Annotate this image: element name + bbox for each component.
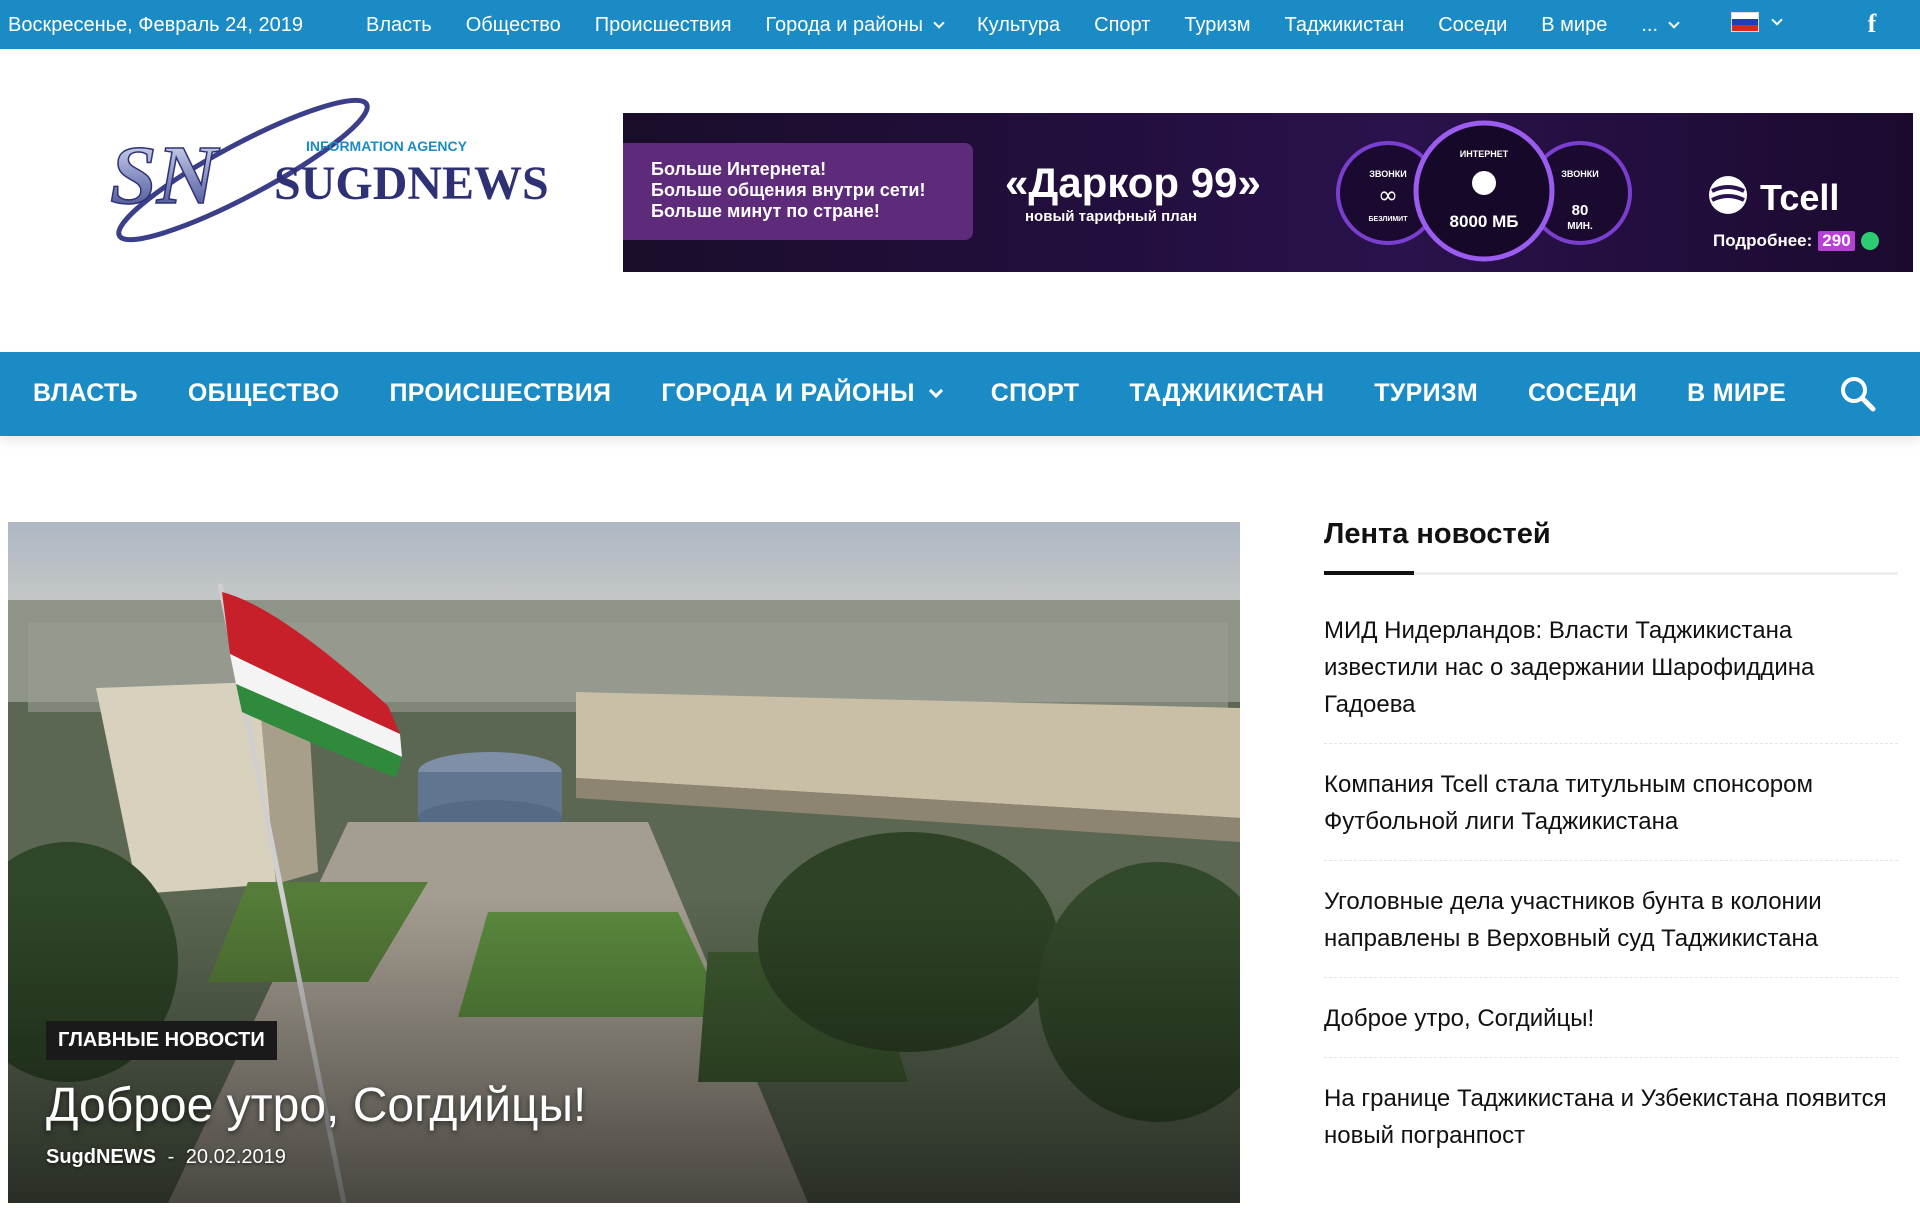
banner-brand: Tcell [1760, 177, 1840, 218]
gauge-value: 80 [1572, 202, 1589, 219]
main-nav-label: СПОРТ [990, 379, 1080, 407]
top-nav-item-vlast[interactable]: Власть [366, 14, 432, 37]
top-nav-item-sosedi[interactable]: Соседи [1438, 14, 1507, 37]
main-nav-item-vlast[interactable]: ВЛАСТЬ [33, 379, 138, 408]
top-nav-label: Общество [465, 14, 561, 36]
main-nav-item-turizm[interactable]: ТУРИЗМ [1374, 379, 1478, 408]
news-item[interactable]: Доброе утро, Согдийцы! [1324, 1000, 1898, 1058]
banner-subtitle: новый тарифный план [1025, 208, 1198, 225]
top-nav-label: Таджикистан [1284, 14, 1405, 36]
logo-mark: SN [110, 129, 221, 222]
news-list: МИД Нидерландов: Власти Таджикистана изв… [1324, 612, 1898, 1174]
more-number: 290 [1818, 231, 1855, 251]
top-nav-item-goroda[interactable]: Города и районы [765, 14, 945, 37]
top-bar: Воскресенье, Февраль 24, 2019 Власть Общ… [0, 0, 1920, 49]
news-item[interactable]: Уголовные дела участников бунта в колони… [1324, 883, 1898, 978]
gauge-value: ∞ [1378, 181, 1398, 209]
banner-title: «Даркор 99» [1005, 159, 1261, 206]
top-nav-label: Спорт [1094, 14, 1151, 36]
top-nav-item-turizm[interactable]: Туризм [1184, 14, 1250, 37]
top-nav-label: Власть [366, 14, 432, 36]
ad-banner[interactable]: Больше Интернета! Больше общения внутри … [623, 113, 1913, 272]
top-nav-label: Города и районы [765, 14, 923, 36]
top-nav-item-proisshestviya[interactable]: Происшествия [595, 14, 732, 37]
main-nav-item-sport[interactable]: СПОРТ [991, 379, 1080, 408]
whatsapp-icon [1860, 232, 1879, 250]
main-nav-label: ВЛАСТЬ [33, 379, 138, 407]
main-nav-item-v-mire[interactable]: В МИРЕ [1687, 379, 1786, 408]
category-badge[interactable]: ГЛАВНЫЕ НОВОСТИ [46, 1021, 277, 1060]
top-nav-item-more[interactable]: ... [1641, 14, 1680, 37]
chevron-down-icon [1668, 17, 1680, 29]
gauges-graphic: ЗВОНКИ ∞ БЕЗЛИМИТ ИНТЕРНЕТ 8000 МБ ЗВОНК… [1336, 120, 1632, 262]
top-nav-label: В мире [1541, 14, 1608, 36]
promo-line: Больше минут по стране! [651, 201, 880, 221]
gauge-label: ЗВОНКИ [1561, 169, 1598, 179]
main-nav-label: ГОРОДА И РАЙОНЫ [661, 379, 915, 407]
main-nav-label: ТАДЖИКИСТАН [1129, 379, 1325, 407]
featured-title[interactable]: Доброе утро, Согдийцы! [46, 1078, 586, 1133]
more-label: Подробнее: [1713, 231, 1813, 250]
main-nav-label: В МИРЕ [1687, 379, 1787, 407]
chevron-down-icon [1771, 13, 1783, 26]
gauge-label: МИН. [1567, 221, 1593, 232]
russian-flag-icon [1731, 12, 1759, 32]
top-nav-item-tadzhikistan[interactable]: Таджикистан [1285, 14, 1405, 37]
top-nav-label: Соседи [1438, 14, 1508, 36]
heading-divider [1324, 571, 1898, 575]
current-date: Воскресенье, Февраль 24, 2019 [8, 14, 303, 36]
news-item[interactable]: На границе Таджикистана и Узбекистана по… [1324, 1080, 1898, 1174]
featured-meta: SugdNEWS - 20.02.2019 [46, 1146, 286, 1169]
main-nav-item-proisshestviya[interactable]: ПРОИСШЕСТВИЯ [389, 379, 611, 408]
main-nav-item-obshchestvo[interactable]: ОБЩЕСТВО [188, 379, 340, 408]
top-nav-label: Культура [977, 14, 1061, 36]
top-nav-label: Туризм [1184, 14, 1251, 36]
news-item[interactable]: МИД Нидерландов: Власти Таджикистана изв… [1324, 612, 1898, 744]
main-nav-label: ОБЩЕСТВО [187, 379, 340, 407]
gauge-label: ИНТЕРНЕТ [1460, 149, 1509, 159]
top-nav-label: ... [1641, 14, 1659, 36]
promo-line: Больше Интернета! [651, 159, 827, 179]
news-feed-heading: Лента новостей [1324, 518, 1551, 550]
top-nav-item-kultura[interactable]: Культура [977, 14, 1060, 37]
top-nav-item-obshchestvo[interactable]: Общество [466, 14, 561, 37]
main-nav-label: ПРОИСШЕСТВИЯ [389, 379, 612, 407]
top-nav-label: Происшествия [594, 14, 732, 36]
main-nav-label: СОСЕДИ [1527, 379, 1638, 407]
site-logo[interactable]: SN INFORMATION AGENCY SUGDNEWS [68, 95, 549, 265]
gauge-label: ЗВОНКИ [1369, 169, 1406, 179]
main-nav-item-goroda[interactable]: ГОРОДА И РАЙОНЫ [661, 379, 943, 408]
main-nav-item-sosedi[interactable]: СОСЕДИ [1528, 379, 1637, 408]
search-icon[interactable] [1838, 374, 1878, 414]
top-nav: Власть Общество Происшествия Города и ра… [366, 14, 1680, 37]
gauge-label: БЕЗЛИМИТ [1369, 216, 1409, 223]
logo-agency: INFORMATION AGENCY [306, 138, 468, 154]
gauge-value: 8000 МБ [1450, 212, 1519, 231]
featured-article[interactable]: ГЛАВНЫЕ НОВОСТИ Доброе утро, Согдийцы! S… [8, 522, 1240, 1203]
sugdnews-logo-icon: SN INFORMATION AGENCY SUGDNEWS [109, 97, 549, 243]
promo-line: Больше общения внутри сети! [651, 180, 926, 200]
heading-accent [1324, 571, 1414, 575]
author-name[interactable]: SugdNEWS [46, 1146, 156, 1168]
top-nav-item-sport[interactable]: Спорт [1094, 14, 1150, 37]
tcell-logo-icon [1709, 176, 1747, 214]
news-item[interactable]: Компания Tcell стала титульным спонсором… [1324, 766, 1898, 861]
main-nav: ВЛАСТЬ ОБЩЕСТВО ПРОИСШЕСТВИЯ ГОРОДА И РА… [0, 352, 1920, 436]
facebook-icon[interactable]: f [1858, 8, 1886, 40]
top-nav-item-v-mire[interactable]: В мире [1541, 14, 1607, 37]
meta-separator: - [167, 1146, 175, 1168]
chevron-down-icon [928, 383, 943, 398]
main-nav-label: ТУРИЗМ [1374, 379, 1478, 407]
banner-more: Подробнее: 290 [1713, 231, 1879, 251]
publish-date: 20.02.2019 [185, 1146, 286, 1168]
language-switcher[interactable] [1731, 12, 1783, 32]
logo-name: SUGDNEWS [274, 157, 548, 210]
banner-promo: Больше Интернета! Больше общения внутри … [623, 143, 973, 240]
news-feed: Лента новостей МИД Нидерландов: Власти Т… [1324, 518, 1898, 1196]
main-nav-item-tadzhikistan[interactable]: ТАДЖИКИСТАН [1129, 379, 1324, 408]
chevron-down-icon [933, 17, 945, 29]
